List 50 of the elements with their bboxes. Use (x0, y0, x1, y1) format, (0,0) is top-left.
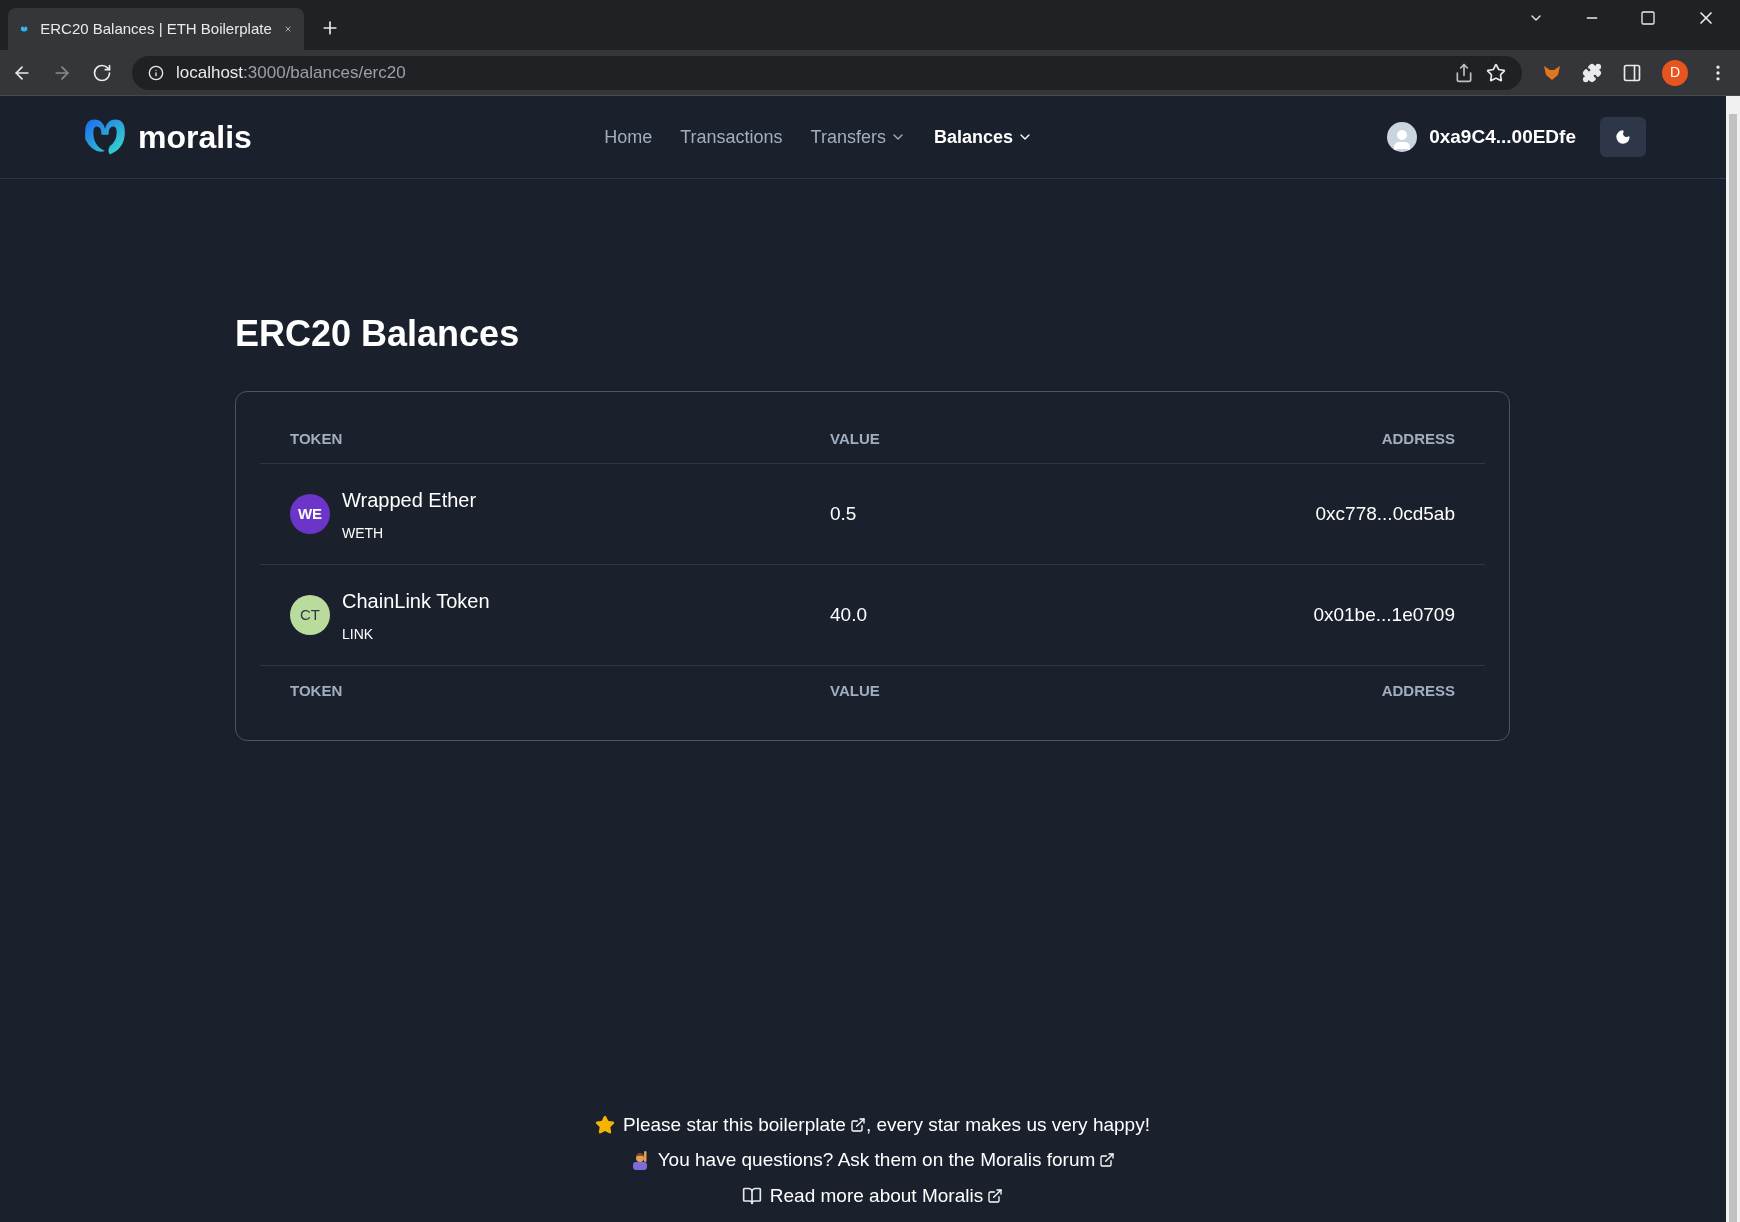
column-footer: TOKEN (290, 679, 830, 703)
token-symbol: WETH (342, 523, 385, 543)
reload-icon[interactable] (92, 62, 112, 83)
account-button[interactable]: 0xa9C4...00EDfe (1387, 122, 1576, 152)
nav-link[interactable]: Home (604, 123, 653, 151)
column-footer: ADDRESS (1155, 679, 1455, 703)
logo-text: moralis (138, 118, 252, 157)
book-icon (741, 1185, 762, 1206)
token-avatar: WE (290, 494, 330, 534)
external-link-icon (849, 1116, 866, 1133)
extensions-icon[interactable] (1582, 62, 1602, 83)
info-icon[interactable] (148, 64, 164, 81)
star-icon (595, 1114, 616, 1135)
token-name: Wrapped Ether (342, 487, 477, 513)
token-value: 0.5 (830, 501, 858, 526)
footer-link[interactable]: boilerplate (758, 1110, 866, 1139)
column-header: ADDRESS (1380, 429, 1455, 450)
avatar-icon (1387, 122, 1418, 152)
page-title: ERC20 Balances (235, 312, 520, 356)
url-text: localhost:3000/balances/erc20 (176, 61, 407, 84)
token-name: ChainLink Token (342, 588, 490, 614)
bookmark-star-icon[interactable] (1486, 62, 1506, 83)
nav-link[interactable]: Transactions (680, 123, 783, 151)
share-icon[interactable] (1454, 62, 1474, 83)
maximize-icon[interactable] (1640, 10, 1656, 26)
theme-toggle-button[interactable] (1600, 117, 1646, 157)
tab-title: ERC20 Balances | ETH Boilerplate (40, 18, 272, 39)
nav-link[interactable]: Balances (933, 123, 1033, 151)
token-address: 0xc778...0cd5ab (1314, 501, 1455, 526)
address-bar[interactable]: localhost:3000/balances/erc20 (132, 55, 1522, 90)
browser-tab[interactable]: ERC20 Balances | ETH Boilerplate (8, 8, 304, 50)
token-address: 0x01be...1e0709 (1312, 602, 1455, 627)
scrollbar[interactable] (1726, 96, 1740, 1222)
footer-text: Please star this boilerplate , every star makes us very happy! (623, 1110, 1150, 1139)
token-symbol: LINK (342, 624, 375, 644)
side-panel-icon[interactable] (1622, 62, 1642, 83)
column-header: VALUE (830, 429, 881, 450)
profile-avatar[interactable]: D (1662, 59, 1688, 86)
external-link-icon (1099, 1152, 1116, 1169)
external-link-icon (987, 1187, 1004, 1204)
footer-text: Read more about Moralis (769, 1181, 1004, 1210)
token-avatar: CT (290, 595, 330, 635)
nav-link[interactable]: Transfers (810, 123, 906, 151)
column-header: TOKEN (290, 429, 344, 450)
footer-link[interactable]: Moralis (921, 1181, 1004, 1210)
footer-text: You have questions? Ask them on the Moralis forum (657, 1146, 1116, 1175)
footer-link[interactable]: Moralis forum (980, 1146, 1116, 1175)
moon-icon (1615, 129, 1631, 145)
token-value: 40.0 (830, 602, 868, 627)
column-footer: VALUE (830, 679, 1155, 703)
